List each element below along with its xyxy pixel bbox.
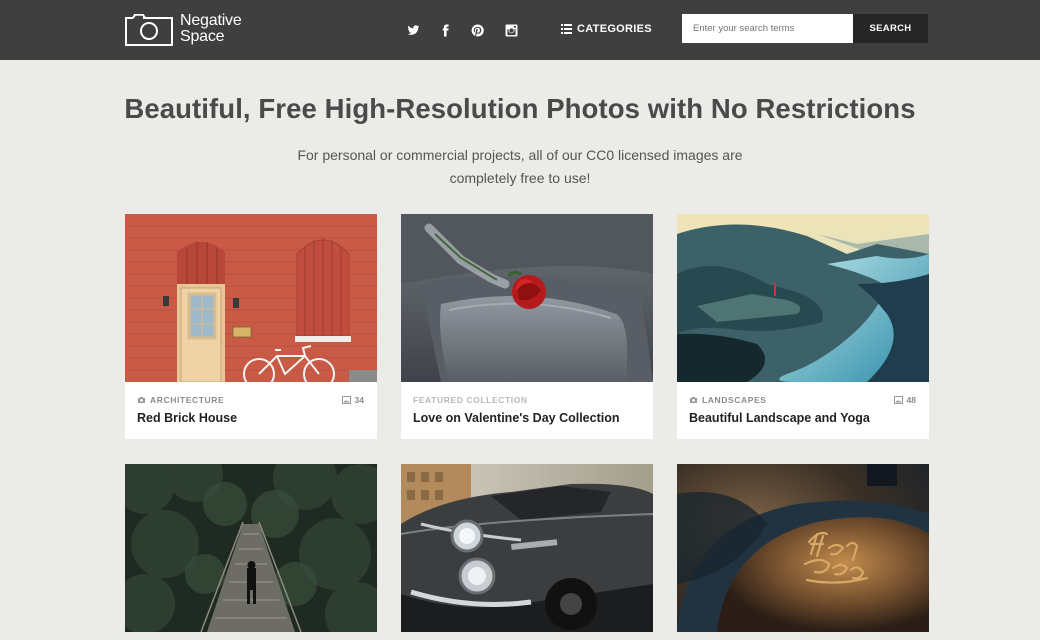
card-title[interactable]: Red Brick House — [137, 411, 237, 425]
card-photo-valentines-rose[interactable] — [401, 214, 653, 382]
card-category[interactable]: ARCHITECTURE — [137, 395, 224, 405]
camera-icon — [690, 397, 697, 403]
page-subtitle: For personal or commercial projects, all… — [260, 144, 780, 190]
categories-button[interactable]: CATEGORIES — [561, 19, 652, 39]
photo-count-value: 34 — [354, 395, 364, 405]
category-label: ARCHITECTURE — [150, 395, 225, 405]
photo-card[interactable]: FEATURED COLLECTION Love on Valentine's … — [401, 214, 653, 439]
category-label: LANDSCAPES — [702, 395, 767, 405]
photo-card[interactable]: ARCHITECTURE 34 Red Brick House — [125, 214, 377, 439]
subtitle-line-1: For personal or commercial projects, all… — [297, 147, 743, 163]
image-icon — [341, 396, 351, 404]
photo-count-value: 48 — [906, 395, 916, 405]
site-header: Negative Space CATEGORIES SEARCH — [0, 0, 1040, 60]
card-category[interactable]: LANDSCAPES — [689, 395, 767, 405]
image-icon — [893, 396, 903, 404]
photo-card[interactable]: LANDSCAPES 48 Beautiful Landscape and Yo… — [677, 214, 929, 439]
list-icon — [561, 24, 572, 34]
categories-label: CATEGORIES — [577, 23, 652, 35]
photo-count: 48 — [893, 395, 916, 405]
twitter-icon[interactable] — [403, 20, 423, 40]
card-meta: FEATURED COLLECTION Love on Valentine's … — [401, 382, 653, 439]
camera-logo-icon — [125, 14, 173, 46]
subtitle-line-2: completely free to use! — [449, 170, 591, 186]
logo-line-2: Space — [180, 28, 225, 45]
logo-line-1: Negative — [180, 12, 242, 29]
instagram-icon[interactable] — [501, 20, 521, 40]
facebook-icon[interactable] — [435, 20, 455, 40]
camera-icon — [138, 397, 145, 403]
card-meta: LANDSCAPES 48 Beautiful Landscape and Yo… — [677, 382, 929, 439]
card-photo-red-brick-house[interactable] — [125, 214, 377, 382]
card-photo-motorcycle-tank[interactable] — [677, 464, 929, 632]
site-logo[interactable]: Negative Space — [125, 13, 255, 49]
card-photo-classic-car[interactable] — [401, 464, 653, 632]
card-title[interactable]: Love on Valentine's Day Collection — [413, 411, 620, 425]
pinterest-icon[interactable] — [467, 20, 487, 40]
photo-card[interactable] — [677, 464, 929, 632]
card-photo-forest-bridge[interactable] — [125, 464, 377, 632]
card-category[interactable]: FEATURED COLLECTION — [413, 395, 528, 405]
card-photo-landscape-yoga[interactable] — [677, 214, 929, 382]
card-meta: ARCHITECTURE 34 Red Brick House — [125, 382, 377, 439]
photo-card[interactable] — [125, 464, 377, 632]
card-title[interactable]: Beautiful Landscape and Yoga — [689, 411, 870, 425]
photo-card[interactable] — [401, 464, 653, 632]
search-button[interactable]: SEARCH — [853, 14, 928, 43]
photo-count: 34 — [341, 395, 364, 405]
page-headline: Beautiful, Free High-Resolution Photos w… — [124, 93, 916, 124]
search-input[interactable] — [682, 14, 853, 43]
logo-wordmark: Negative Space — [180, 13, 242, 45]
